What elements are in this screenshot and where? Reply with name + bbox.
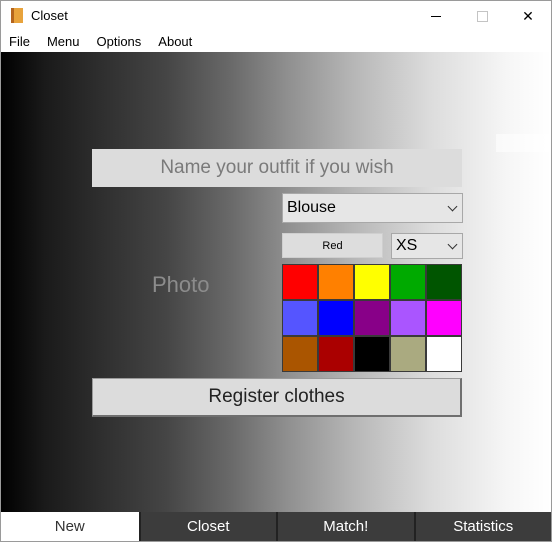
color-swatch[interactable] xyxy=(426,336,462,372)
photo-placeholder[interactable]: Photo xyxy=(152,272,210,298)
color-swatch[interactable] xyxy=(390,300,426,336)
close-button[interactable]: ✕ xyxy=(505,1,551,31)
color-swatch[interactable] xyxy=(318,264,354,300)
outfit-name-input[interactable] xyxy=(92,149,462,187)
clothing-type-value: Blouse xyxy=(287,199,336,216)
app-window: Closet ✕ File Menu Options About Blouse … xyxy=(0,0,552,542)
menu-bar: File Menu Options About xyxy=(1,31,551,51)
tab-match[interactable]: Match! xyxy=(276,512,414,541)
tab-statistics[interactable]: Statistics xyxy=(413,512,551,541)
size-value: XS xyxy=(396,237,418,254)
color-swatch[interactable] xyxy=(318,300,354,336)
chevron-down-icon xyxy=(447,239,458,249)
new-clothes-panel: Blouse Red XS Photo Register clothes xyxy=(1,52,551,512)
clothing-type-select[interactable]: Blouse xyxy=(282,193,463,223)
close-icon: ✕ xyxy=(522,7,534,24)
color-swatch[interactable] xyxy=(390,336,426,372)
menu-about[interactable]: About xyxy=(150,34,200,49)
color-swatch[interactable] xyxy=(426,264,462,300)
color-swatch[interactable] xyxy=(282,336,318,372)
chevron-down-icon xyxy=(447,201,458,211)
color-swatch[interactable] xyxy=(282,300,318,336)
color-swatch[interactable] xyxy=(426,300,462,336)
tab-closet[interactable]: Closet xyxy=(138,512,276,541)
menu-menu[interactable]: Menu xyxy=(39,34,88,49)
window-title: Closet xyxy=(31,8,68,23)
maximize-button[interactable] xyxy=(459,1,505,31)
title-bar: Closet ✕ xyxy=(1,1,551,31)
color-swatch[interactable] xyxy=(354,264,390,300)
color-button[interactable]: Red xyxy=(282,233,383,258)
closet-app-icon xyxy=(11,8,23,23)
color-swatch[interactable] xyxy=(318,336,354,372)
size-select[interactable]: XS xyxy=(391,233,463,259)
maximize-icon xyxy=(476,10,488,22)
minimize-icon xyxy=(431,15,441,17)
register-clothes-button[interactable]: Register clothes xyxy=(92,378,462,417)
menu-options[interactable]: Options xyxy=(88,34,149,49)
color-palette xyxy=(282,264,462,372)
minimize-button[interactable] xyxy=(413,1,459,31)
menu-file[interactable]: File xyxy=(1,34,38,49)
color-swatch[interactable] xyxy=(354,300,390,336)
faded-overlay xyxy=(496,134,551,152)
color-swatch[interactable] xyxy=(390,264,426,300)
color-swatch[interactable] xyxy=(282,264,318,300)
color-swatch[interactable] xyxy=(354,336,390,372)
tab-new[interactable]: New xyxy=(1,512,139,541)
tab-bar: New Closet Match! Statistics xyxy=(1,512,551,541)
